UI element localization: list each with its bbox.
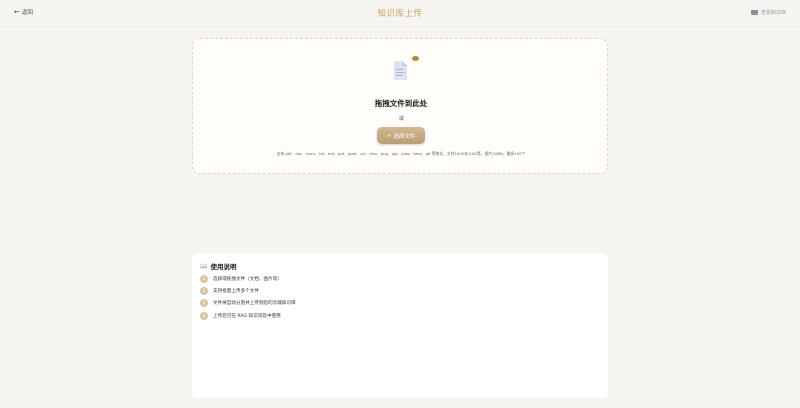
guide-step: 4 上传后可在 RAG 知识问答中使用: [200, 312, 281, 320]
guide-step: 2 支持批量上传多个文件: [200, 287, 259, 295]
select-file-label: 选择文件: [393, 133, 416, 140]
badge-coin-icon: [412, 56, 419, 61]
supported-formats-text: 支持 pdf、doc、docx、txt、md、ppt、pptx、xls、xlsx…: [276, 151, 526, 156]
or-marker: 或: [399, 116, 405, 122]
book-icon: 📖: [200, 262, 208, 270]
guide-step: 1 选择或拖拽文件（文档、图片等）: [200, 275, 282, 283]
step-number: 1: [200, 275, 208, 283]
view-knowledge-label: 查看知识库: [760, 10, 786, 16]
step-text: 选择或拖拽文件（文档、图片等）: [213, 277, 282, 282]
step-number: 2: [200, 287, 208, 295]
step-text: 上传后可在 RAG 知识问答中使用: [213, 314, 281, 319]
view-knowledge-link[interactable]: 查看知识库: [750, 9, 786, 16]
step-text: 文件将自动分割并上传到您的云端知识库: [213, 301, 296, 306]
guide-step: 3 文件将自动分割并上传到您的云端知识库: [200, 299, 296, 307]
step-text: 支持批量上传多个文件: [213, 289, 259, 294]
library-icon: [750, 10, 758, 15]
usage-guide-card: 📖 使用说明 1 选择或拖拽文件（文档、图片等） 2 支持批量上传多个文件 3 …: [192, 253, 608, 398]
guide-title: 📖 使用说明: [200, 261, 237, 272]
page-title: 知识库上传: [377, 9, 423, 19]
folder-icon: ▰: [386, 132, 392, 139]
drop-title: 拖拽文件到此处: [374, 99, 428, 108]
top-bar: ← 返回 知识库上传 查看知识库: [0, 0, 800, 27]
step-number: 3: [200, 299, 208, 307]
document-icon: [394, 61, 407, 80]
guide-title-text: 使用说明: [210, 263, 237, 271]
upload-dropzone[interactable]: 拖拽文件到此处 或 ▰ 选择文件 支持 pdf、doc、docx、txt、md、…: [192, 38, 608, 174]
step-number: 4: [200, 312, 208, 320]
select-file-button[interactable]: ▰ 选择文件: [377, 127, 425, 144]
